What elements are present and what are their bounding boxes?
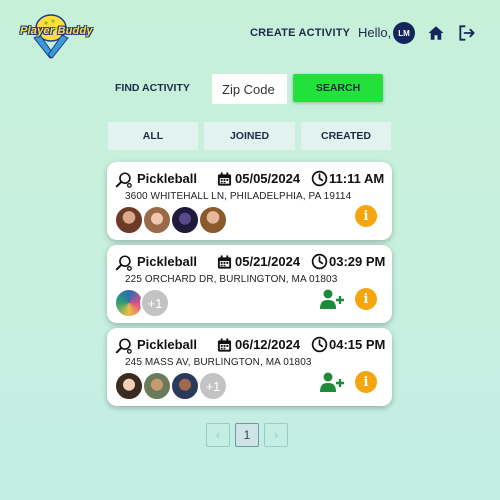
activity-card[interactable]: Pickleball 05/05/2024 11:11 AM 3600 WHIT… <box>107 162 392 240</box>
activity-sport: Pickleball <box>137 337 197 352</box>
activity-sport: Pickleball <box>137 171 197 186</box>
home-icon[interactable] <box>427 24 445 42</box>
calendar-icon <box>217 255 232 269</box>
activity-date: 05/05/2024 <box>235 171 301 186</box>
pagination-next-button[interactable]: › <box>264 423 288 447</box>
search-button[interactable]: SEARCH <box>293 74 383 102</box>
activity-time: 04:15 PM <box>329 337 386 352</box>
clock-icon <box>311 336 328 353</box>
participant-avatar <box>170 371 200 401</box>
info-button[interactable]: i <box>355 288 377 310</box>
create-activity-link[interactable]: CREATE ACTIVITY <box>250 27 350 39</box>
activity-card[interactable]: Pickleball 06/12/2024 04:15 PM 245 MASS … <box>107 328 392 406</box>
activity-card[interactable]: Pickleball 05/21/2024 03:29 PM 225 ORCHA… <box>107 245 392 323</box>
pagination-page-1[interactable]: 1 <box>235 423 259 447</box>
add-user-icon[interactable] <box>319 371 345 393</box>
info-button[interactable]: i <box>355 371 377 393</box>
clock-icon <box>311 253 328 270</box>
activity-address: 245 MASS AV, BURLINGTON, MA 01803 <box>125 357 312 368</box>
participant-avatar <box>198 205 228 235</box>
activity-date: 06/12/2024 <box>235 337 301 352</box>
tab-all[interactable]: ALL <box>108 122 198 150</box>
calendar-icon <box>217 338 232 352</box>
activity-address: 3600 WHITEHALL LN, PHILADELPHIA, PA 1911… <box>125 191 352 202</box>
tab-joined[interactable]: JOINED <box>204 122 295 150</box>
participant-avatar <box>142 371 172 401</box>
participant-avatar <box>114 205 144 235</box>
find-activity-label: FIND ACTIVITY <box>115 82 190 94</box>
clock-icon <box>311 170 328 187</box>
pickleball-paddle-icon <box>115 255 132 271</box>
tab-created[interactable]: CREATED <box>301 122 391 150</box>
pagination-prev-button[interactable]: ‹ <box>206 423 230 447</box>
activity-time: 03:29 PM <box>329 254 386 269</box>
calendar-icon <box>217 172 232 186</box>
logo-text: Player Buddy <box>20 25 93 37</box>
user-avatar[interactable]: LM <box>393 22 415 44</box>
participant-avatar <box>114 371 144 401</box>
pickleball-paddle-icon <box>115 338 132 354</box>
pickleball-paddle-icon <box>115 172 132 188</box>
activity-date: 05/21/2024 <box>235 254 301 269</box>
participant-avatar <box>142 205 172 235</box>
participant-avatar <box>170 205 200 235</box>
add-user-icon[interactable] <box>319 288 345 310</box>
activity-time: 11:11 AM <box>329 171 385 186</box>
info-button[interactable]: i <box>355 205 377 227</box>
activity-sport: Pickleball <box>137 254 197 269</box>
activity-address: 225 ORCHARD DR, BURLINGTON, MA 01803 <box>125 274 338 285</box>
more-participants-badge: +1 <box>140 288 170 318</box>
more-participants-badge: +1 <box>198 371 228 401</box>
hello-text: Hello, <box>358 25 392 40</box>
logout-icon[interactable] <box>457 23 477 43</box>
zip-code-input[interactable] <box>212 74 287 104</box>
